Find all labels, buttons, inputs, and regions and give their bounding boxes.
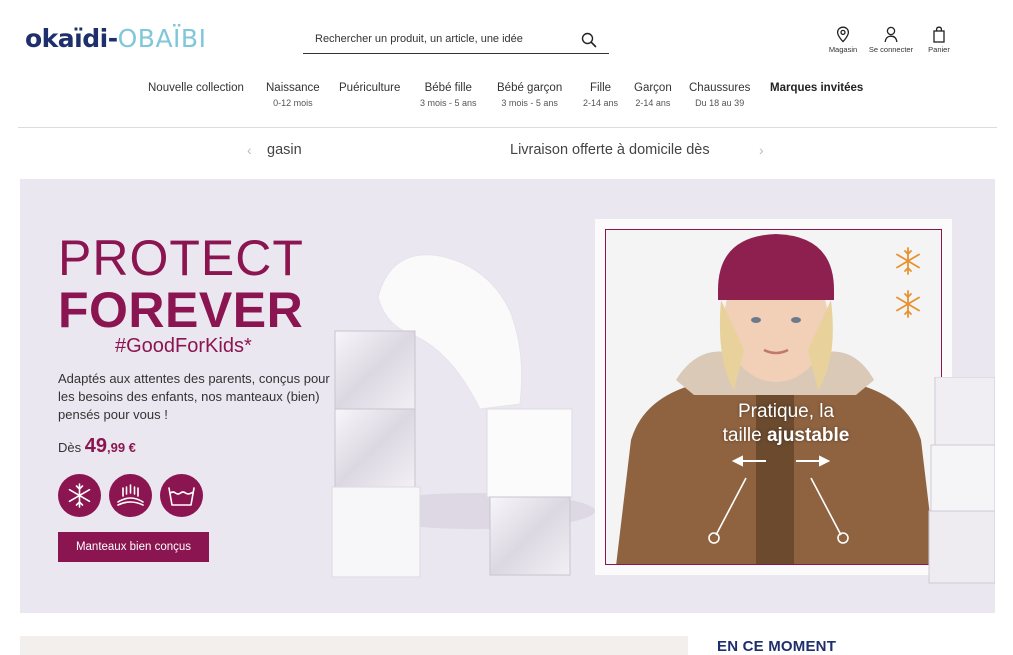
nav-item-naissance[interactable]: Naissance 0-12 mois [266,82,320,108]
user-icon [884,26,898,43]
product-video[interactable]: Pratique, la taille ajustable [595,219,952,575]
caption-line1: Pratique, la [737,401,835,422]
shop-coats-button[interactable]: Manteaux bien conçus [58,532,209,562]
snowflake-icon [58,474,101,517]
nav-item-marques-invitees[interactable]: Marques invitées [770,82,863,94]
nav-item-fille[interactable]: Fille 2-14 ans [583,82,618,108]
nav-label: Puériculture [339,82,401,94]
cart-button[interactable]: Panier [914,26,964,54]
header-divider [18,127,997,128]
ice-cubes-illustration [331,254,595,578]
hero-title-line2: FOREVER [58,282,304,338]
nav-label: Chaussures [689,82,751,94]
nav-label: Naissance [266,82,320,94]
caption-line2-bold: ajustable [766,425,850,446]
content-card-preview [20,636,688,655]
promo-ticker: ‹ gasin Livraison offerte à domicile dès… [0,140,1013,162]
nav-sublabel: 3 mois - 5 ans [501,98,558,108]
hero-banner: PROTECT FOREVER #GoodForKids* Adaptés au… [20,179,995,613]
main-navigation: Nouvelle collection Naissance 0-12 mois … [0,82,1013,118]
ticker-text-left: gasin [267,142,302,158]
price-integer: 49 [84,435,107,457]
caption-line2-plain: taille [722,425,767,446]
hero-title-line1: PROTECT [58,230,304,286]
login-button[interactable]: Se connecter [866,26,916,54]
video-caption: Pratique, la taille ajustable [706,400,866,448]
video-player[interactable]: Pratique, la taille ajustable [605,229,942,565]
nav-sublabel: Du 18 au 39 [695,98,745,108]
price-decimal: ,99 € [106,440,136,455]
nav-item-bebe-garcon[interactable]: Bébé garçon 3 mois - 5 ans [497,82,562,108]
nav-label: Bébé garçon [497,82,563,94]
warm-lining-icon [109,474,152,517]
nav-item-bebe-fille[interactable]: Bébé fille 3 mois - 5 ans [420,82,477,108]
child-in-coat-illustration [606,230,941,564]
nav-item-chaussures[interactable]: Chaussures Du 18 au 39 [689,82,750,108]
brand-logo[interactable]: okaïdi-OBAÏBI [25,24,206,53]
search-input[interactable]: Rechercher un produit, un article, une i… [303,28,609,54]
nav-sublabel: 2-14 ans [635,98,671,108]
hero-price: Dès 49,99 € [58,435,136,458]
ice-cubes-right-illustration [928,377,995,584]
logo-dash: - [107,24,118,53]
site-header: okaïdi-OBAÏBI Rechercher un produit, un … [0,0,1013,70]
location-pin-icon [836,26,850,43]
ticker-text-right: Livraison offerte à domicile dès [510,142,710,158]
chevron-left-icon[interactable]: ‹ [247,142,252,158]
cart-label: Panier [928,45,950,54]
chevron-right-icon[interactable]: › [759,142,764,158]
shopping-bag-icon [933,26,945,43]
section-heading-en-ce-moment: EN CE MOMENT [717,638,837,655]
nav-label: Garçon [634,82,672,94]
hero-hashtag: #GoodForKids* [115,335,252,357]
nav-sublabel: 2-14 ans [583,98,619,108]
logo-obaibi: OBAÏBI [117,24,207,53]
nav-item-garcon[interactable]: Garçon 2-14 ans [634,82,672,108]
store-label: Magasin [828,45,858,54]
nav-item-nouvelle-collection[interactable]: Nouvelle collection [148,82,244,94]
nav-sublabel: 3 mois - 5 ans [420,98,477,108]
washable-icon [160,474,203,517]
login-label: Se connecter [868,45,914,54]
nav-label: Marques invitées [770,82,864,94]
search-icon[interactable] [581,32,597,48]
logo-okaidi: okaïdi [25,24,108,53]
nav-sublabel: 0-12 mois [273,98,313,108]
nav-item-puericulture[interactable]: Puériculture [339,82,400,94]
store-locator-button[interactable]: Magasin [818,26,868,54]
search-placeholder: Rechercher un produit, un article, une i… [315,33,523,45]
price-prefix: Dès [58,440,85,455]
nav-label: Bébé fille [424,82,472,94]
nav-label: Nouvelle collection [148,82,244,94]
nav-label: Fille [589,82,612,94]
hero-description: Adaptés aux attentes des parents, conçus… [58,371,330,422]
